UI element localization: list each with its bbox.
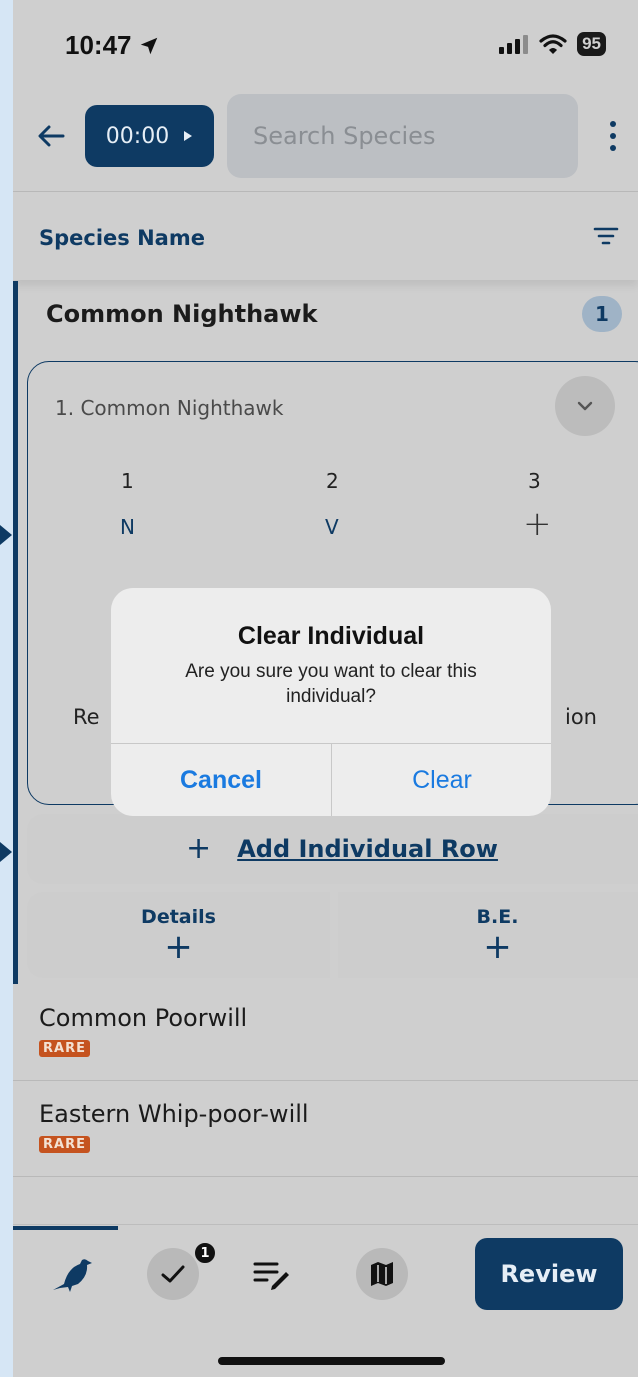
location-arrow-icon: [140, 37, 157, 54]
dialog-title: Clear Individual: [237, 622, 425, 650]
expanded-accent-bar: [13, 281, 18, 984]
species-name-column-label: Species Name: [39, 226, 205, 250]
column-number: 3: [528, 469, 541, 493]
partially-hidden-label: Re: [73, 705, 100, 729]
checkmark-icon: [161, 1265, 185, 1283]
column-number: 1: [121, 469, 134, 493]
details-button[interactable]: Details +: [27, 892, 330, 978]
add-individual-row-label: Add Individual Row: [237, 835, 498, 863]
timer-label: 00:00: [105, 123, 170, 149]
species-list-item[interactable]: [13, 985, 638, 1081]
checklist-count-badge: 1: [193, 1241, 217, 1265]
dialog-message: Are you sure you want to clear this indi…: [185, 661, 477, 707]
partially-hidden-label: ion: [565, 705, 597, 729]
column-value-button[interactable]: V: [325, 515, 339, 539]
map-tab[interactable]: [356, 1248, 408, 1300]
map-icon: [371, 1262, 393, 1286]
plus-icon: +: [483, 927, 512, 967]
species-list-item[interactable]: [13, 1081, 638, 1177]
back-button[interactable]: [31, 114, 71, 158]
bottom-nav-divider: [13, 1224, 638, 1225]
arrow-left-icon: [38, 125, 65, 147]
breeding-evidence-button[interactable]: B.E. +: [338, 892, 638, 978]
checklist-tab[interactable]: [147, 1248, 199, 1300]
edge-arrow-indicator: [0, 842, 12, 862]
breeding-evidence-label: B.E.: [476, 906, 519, 928]
rare-badge: RARE: [39, 1040, 90, 1057]
species-name: Eastern Whip-poor-will: [39, 1100, 309, 1128]
collapse-button[interactable]: [555, 376, 615, 436]
clear-individual-dialog: Clear Individual Are you sure you want t…: [111, 588, 551, 816]
column-number: 2: [326, 469, 339, 493]
search-input[interactable]: Search Species: [227, 94, 578, 178]
search-placeholder: Search Species: [253, 122, 436, 150]
status-bar-indicators: 95: [499, 32, 606, 56]
species-count-badge: 1: [582, 296, 622, 332]
wifi-icon: [539, 34, 567, 54]
notes-edit-icon: [253, 1262, 289, 1290]
plus-icon: +: [164, 927, 193, 967]
column-value-button[interactable]: N: [120, 515, 135, 539]
chevron-down-icon: [577, 401, 593, 411]
rare-badge: RARE: [39, 1136, 90, 1153]
species-name: Common Poorwill: [39, 1004, 248, 1032]
details-label: Details: [141, 906, 216, 928]
individual-title: 1. Common Nighthawk: [55, 396, 284, 420]
cancel-button[interactable]: Cancel: [111, 744, 331, 816]
add-individual-row-button[interactable]: + Add Individual Row: [27, 814, 638, 884]
battery-indicator: 95: [577, 32, 606, 56]
status-bar-time: 10:47: [65, 30, 160, 61]
notes-tab[interactable]: [246, 1248, 298, 1300]
edge-arrow-indicator: [0, 525, 12, 545]
active-tab-indicator: [13, 1226, 118, 1230]
plus-icon: +: [186, 831, 212, 866]
home-indicator[interactable]: [218, 1357, 445, 1365]
review-button[interactable]: Review: [475, 1238, 623, 1310]
bird-icon: [53, 1259, 92, 1292]
filter-icon[interactable]: [593, 226, 619, 246]
species-tab[interactable]: [46, 1248, 98, 1300]
signal-icon: [499, 35, 529, 54]
play-icon: [184, 131, 193, 141]
clear-button[interactable]: Clear: [332, 744, 551, 816]
more-options-button[interactable]: [603, 118, 623, 154]
add-column-button[interactable]: +: [523, 507, 552, 541]
timer-button[interactable]: 00:00: [85, 105, 214, 167]
expanded-species-name[interactable]: Common Nighthawk: [46, 300, 318, 328]
